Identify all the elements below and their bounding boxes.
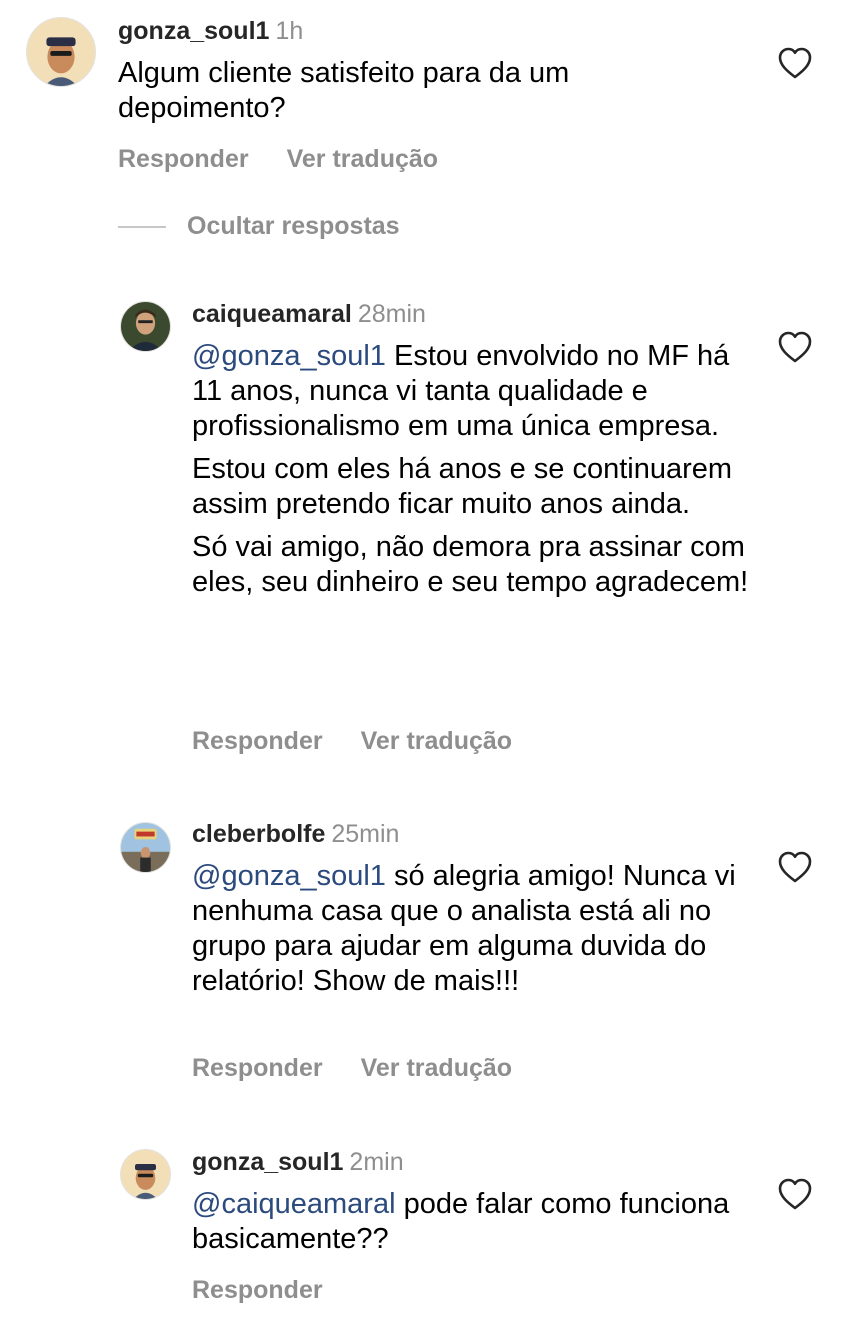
timestamp: 28min	[357, 300, 426, 328]
heart-outline-icon	[778, 331, 812, 363]
profile-photo-icon	[27, 18, 95, 86]
comment-actions: Responder Ver tradução	[118, 144, 438, 174]
comment-header: cleberbolfe 25min	[192, 819, 399, 849]
see-translation-button[interactable]: Ver tradução	[361, 727, 512, 755]
comment-text: @gonza_soul1 Estou envolvido no MF há 11…	[192, 339, 752, 600]
mention-link[interactable]: @caiqueamaral	[192, 1188, 396, 1220]
profile-photo-icon	[121, 302, 170, 351]
comment-paragraph-text: Estou com eles há anos e se continuarem …	[192, 453, 733, 520]
profile-photo-icon	[121, 823, 170, 872]
timestamp: 25min	[331, 820, 400, 848]
mention-link[interactable]: @gonza_soul1	[192, 860, 386, 892]
username[interactable]: gonza_soul1	[192, 1148, 343, 1176]
comment-paragraph-text: Algum cliente satisfeito para da um depo…	[118, 57, 570, 124]
comment-header: gonza_soul1 2min	[192, 1147, 404, 1177]
username[interactable]: cleberbolfe	[192, 820, 325, 848]
heart-outline-icon	[778, 1178, 812, 1210]
comment-actions: Responder Ver tradução	[192, 726, 512, 756]
like-button[interactable]	[777, 850, 813, 884]
see-translation-button[interactable]: Ver tradução	[361, 1054, 512, 1082]
comment-paragraph: Algum cliente satisfeito para da um depo…	[118, 56, 678, 126]
timestamp: 2min	[349, 1148, 404, 1176]
profile-photo-icon	[121, 1150, 170, 1199]
avatar[interactable]	[26, 17, 96, 87]
reply-button[interactable]: Responder	[118, 145, 249, 173]
comment-paragraph: @caiqueamaral pode falar como funciona b…	[192, 1187, 752, 1257]
comment-paragraph: @gonza_soul1 só alegria amigo! Nunca vi …	[192, 859, 752, 999]
comment-header: caiqueamaral 28min	[192, 299, 426, 329]
comment-text: @gonza_soul1 só alegria amigo! Nunca vi …	[192, 859, 752, 999]
see-translation-button[interactable]: Ver tradução	[287, 145, 438, 173]
divider-line	[118, 226, 166, 228]
comment-paragraph-text: Só vai amigo, não demora pra assinar com…	[192, 531, 749, 598]
username[interactable]: gonza_soul1	[118, 17, 269, 45]
heart-outline-icon	[778, 47, 812, 79]
like-button[interactable]	[777, 1177, 813, 1211]
reply-button[interactable]: Responder	[192, 727, 323, 755]
hide-replies-label[interactable]: Ocultar respostas	[187, 211, 400, 241]
comment-header: gonza_soul1 1h	[118, 16, 303, 46]
comment-actions: Responder Ver tradução	[192, 1053, 512, 1083]
reply-button[interactable]: Responder	[192, 1276, 323, 1304]
avatar[interactable]	[120, 822, 171, 873]
avatar[interactable]	[120, 301, 171, 352]
comment-text: Algum cliente satisfeito para da um depo…	[118, 56, 678, 126]
mention-link[interactable]: @gonza_soul1	[192, 340, 386, 372]
comment-paragraph: Estou com eles há anos e se continuarem …	[192, 452, 752, 522]
comment-paragraph: Só vai amigo, não demora pra assinar com…	[192, 530, 752, 600]
username[interactable]: caiqueamaral	[192, 300, 352, 328]
like-button[interactable]	[777, 330, 813, 364]
comment-paragraph: @gonza_soul1 Estou envolvido no MF há 11…	[192, 339, 752, 444]
comment-text: @caiqueamaral pode falar como funciona b…	[192, 1187, 752, 1257]
reply-button[interactable]: Responder	[192, 1054, 323, 1082]
heart-outline-icon	[778, 851, 812, 883]
timestamp: 1h	[275, 17, 304, 45]
comment-actions: Responder	[192, 1275, 323, 1305]
like-button[interactable]	[777, 46, 813, 80]
avatar[interactable]	[120, 1149, 171, 1200]
